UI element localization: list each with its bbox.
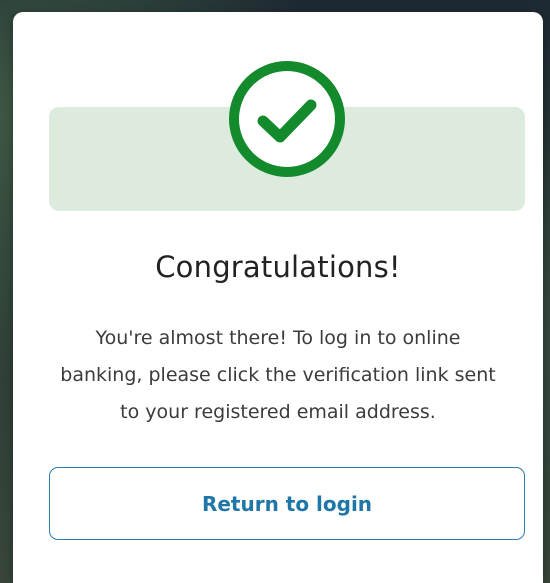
message-line: banking, please click the verification l… [60, 364, 496, 386]
dialog-message: You're almost there! To log in to online… [53, 320, 503, 431]
check-circle-icon [229, 61, 345, 177]
return-to-login-button[interactable]: Return to login [49, 467, 525, 540]
message-line: You're almost there! To log in to online [95, 327, 461, 349]
message-line: to your registered email address. [120, 401, 436, 423]
dialog-title: Congratulations! [155, 250, 401, 284]
success-dialog: Congratulations! You're almost there! To… [13, 12, 543, 583]
